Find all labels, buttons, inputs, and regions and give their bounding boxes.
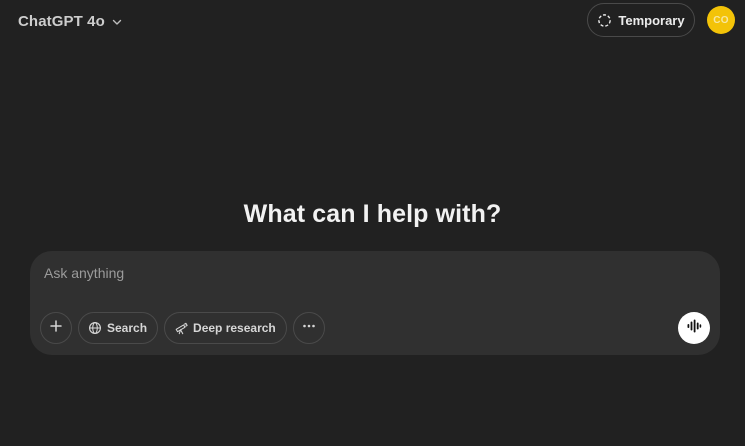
search-label: Search — [107, 321, 148, 335]
search-button[interactable]: Search — [78, 312, 159, 344]
deep-research-button[interactable]: Deep research — [164, 312, 287, 344]
chatgpt-app: ChatGPT 4o Temporary CO What can I help … — [0, 0, 745, 446]
more-tools-button[interactable] — [292, 312, 325, 344]
model-selector[interactable]: ChatGPT 4o — [10, 7, 131, 35]
plus-icon — [49, 319, 63, 338]
chevron-down-icon — [111, 16, 123, 28]
composer: Search Deep research — [30, 251, 720, 355]
voice-mode-button[interactable] — [678, 312, 710, 344]
composer-toolbar: Search Deep research — [40, 312, 325, 344]
page-headline: What can I help with? — [243, 200, 502, 228]
user-avatar[interactable]: CO — [707, 6, 735, 34]
deep-research-label: Deep research — [193, 321, 276, 335]
prompt-input[interactable] — [44, 261, 684, 285]
temporary-chat-icon — [597, 13, 612, 28]
add-attachment-button[interactable] — [40, 312, 72, 344]
model-label: ChatGPT 4o — [18, 12, 105, 30]
temporary-label: Temporary — [618, 12, 685, 28]
ellipsis-icon — [302, 319, 316, 338]
temporary-chat-button[interactable]: Temporary — [587, 3, 695, 37]
avatar-initials: CO — [713, 14, 729, 26]
voice-waveform-icon — [686, 318, 702, 339]
telescope-icon — [174, 321, 188, 335]
globe-icon — [88, 321, 102, 335]
